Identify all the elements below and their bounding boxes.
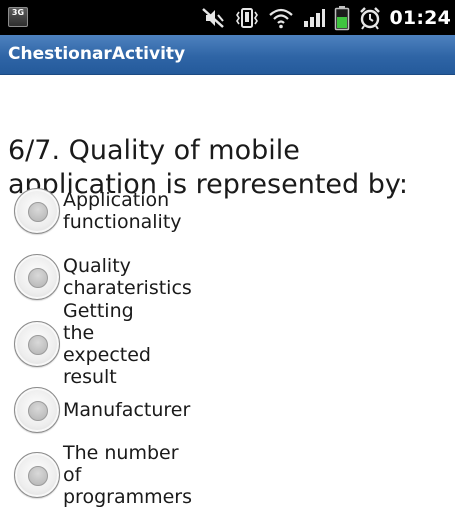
status-time: 01:24	[389, 6, 451, 29]
option-label[interactable]: Quality charateristics	[63, 255, 192, 299]
activity-title: ChestionarActivity	[8, 44, 186, 64]
radio-button[interactable]	[14, 321, 60, 367]
option-label[interactable]: Manufacturer	[63, 399, 190, 421]
mute-icon	[201, 7, 224, 28]
radio-button[interactable]	[14, 254, 60, 300]
option-application-functionality[interactable]: Application functionality	[14, 188, 182, 234]
option-label[interactable]: Application functionality	[63, 189, 182, 233]
option-label[interactable]: Getting the expected result	[63, 300, 151, 388]
signal-icon	[303, 8, 325, 27]
radio-button[interactable]	[14, 387, 60, 433]
radio-button[interactable]	[14, 452, 60, 498]
network-3g-icon: 3G	[8, 7, 28, 27]
radio-button[interactable]	[14, 188, 60, 234]
option-getting-expected-result[interactable]: Getting the expected result	[14, 300, 151, 388]
title-bar: ChestionarActivity	[0, 35, 455, 75]
option-manufacturer[interactable]: Manufacturer	[14, 387, 190, 433]
status-bar: 3G 01:24	[0, 0, 455, 35]
option-quality-charateristics[interactable]: Quality charateristics	[14, 254, 192, 300]
option-number-of-programmers[interactable]: The number of programmers	[14, 442, 192, 508]
status-icons: 01:24	[200, 0, 451, 35]
network-type-badge: 3G	[8, 7, 28, 27]
wifi-icon	[268, 8, 293, 28]
battery-icon	[334, 5, 349, 30]
alarm-icon	[359, 6, 380, 30]
option-label[interactable]: The number of programmers	[63, 442, 192, 508]
vibrate-icon	[235, 7, 258, 28]
